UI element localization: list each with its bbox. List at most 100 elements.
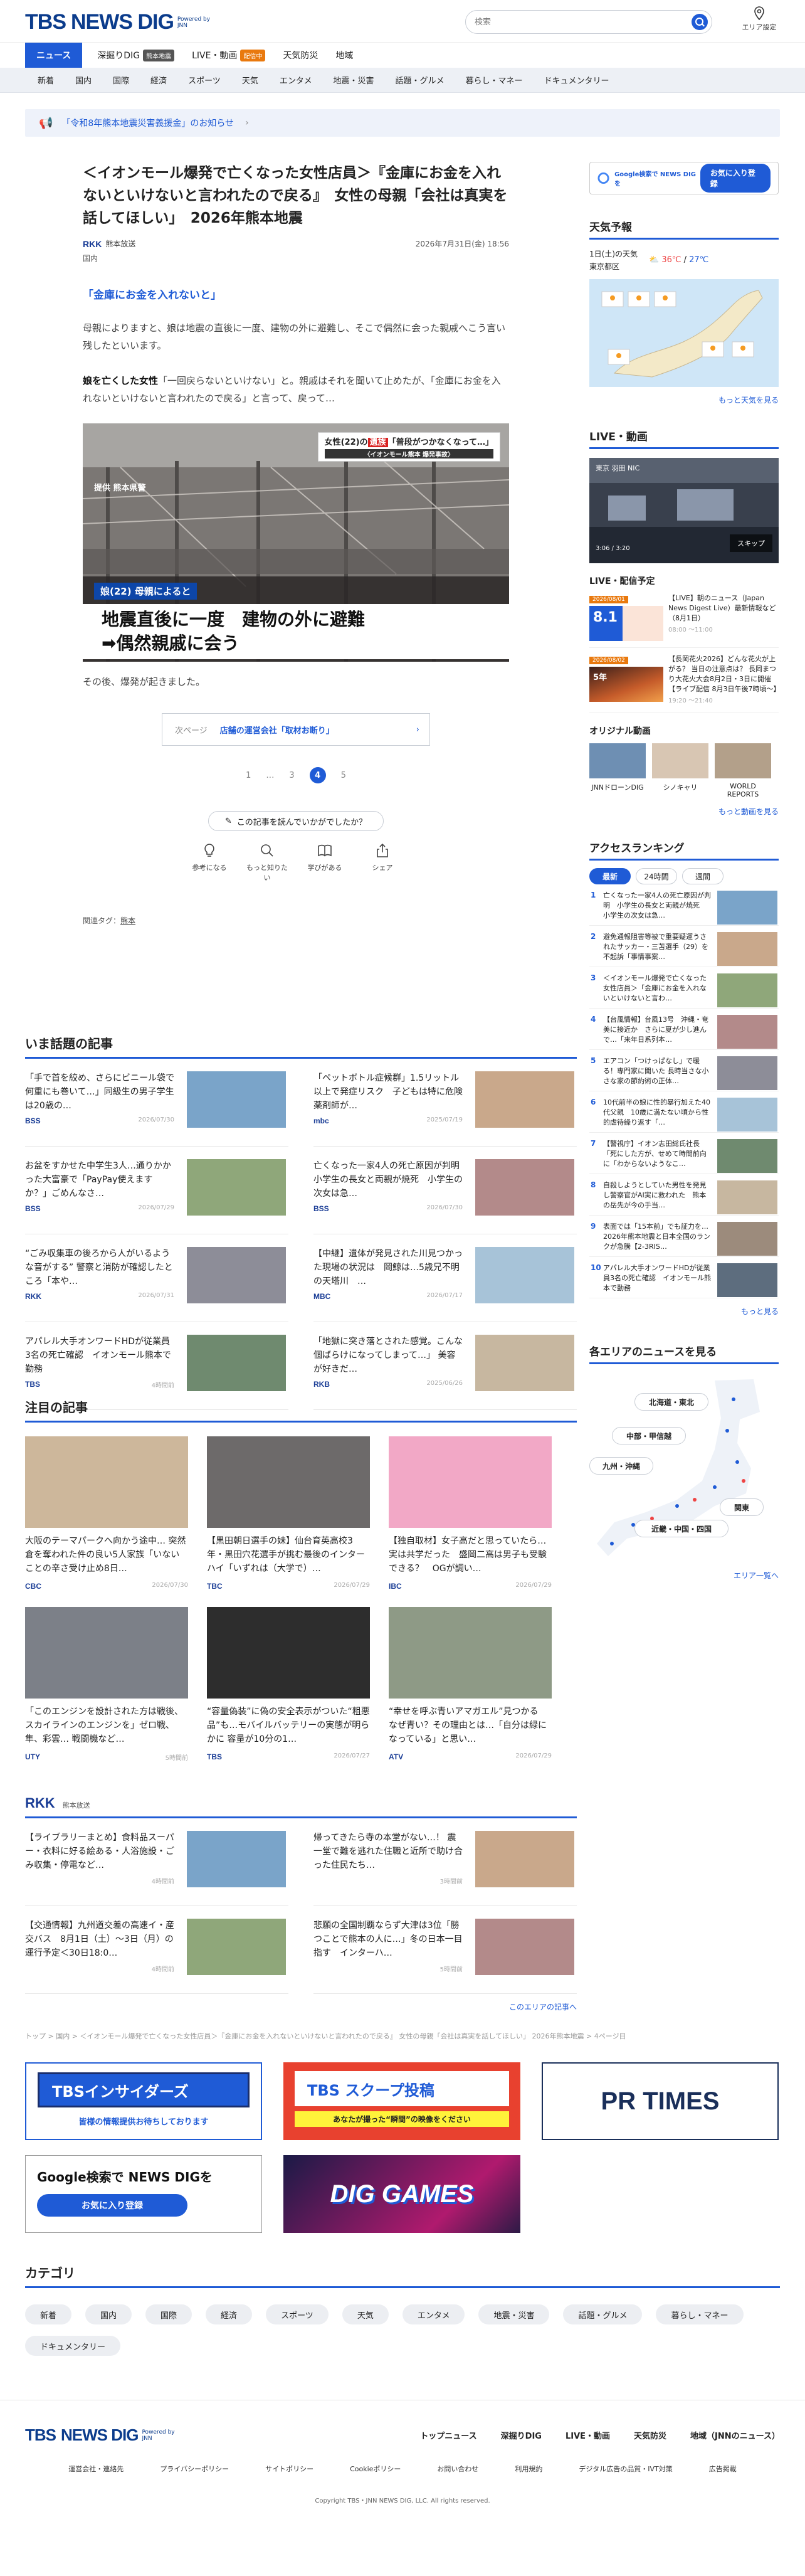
ranking-item[interactable]: 1 亡くなった一家4人の死亡原因が判明 小学生の長女と両親が焼死 小学生の次女は… (589, 888, 779, 926)
category-chip[interactable]: 話題・グルメ (563, 2304, 643, 2324)
featured-card[interactable]: 【黒田朝日選手の妹】仙台育英高校3年・黒田穴花選手が挑む最後のインターハイ「いず… (207, 1436, 370, 1591)
tag-link[interactable]: 熊本 (120, 916, 135, 925)
category-chip[interactable]: 暮らし・マネー (656, 2304, 744, 2324)
skip-button[interactable]: スキップ (730, 534, 772, 552)
subnav-item[interactable]: 国際 (113, 74, 129, 86)
insiders-banner[interactable]: TBSインサイダーズ 皆様の情報提供お待ちしております (25, 2062, 262, 2140)
ranking-item[interactable]: 3 ＜イオンモール爆発で亡くなった女性店員＞「金庫にお金を入れないといけないと言… (589, 971, 779, 1009)
google-favorite-banner[interactable]: Google検索で NEWS DIGを お気に入り登録 (25, 2155, 262, 2233)
ranking-item[interactable]: 4 【台風情報】台風13号 沖縄・奄美に接近か さらに夏が少し進んで…「来年日系… (589, 1012, 779, 1050)
category-chip[interactable]: 新着 (25, 2304, 72, 2324)
article-card[interactable]: お盆をすかせた中学生3人…通りかかった大富豪で「PayPay使えますか？」ごめん… (25, 1147, 288, 1234)
footer-legal-link[interactable]: サイトポリシー (265, 2464, 313, 2474)
nav-region[interactable]: 地域 (335, 49, 353, 61)
category-chip[interactable]: 国際 (145, 2304, 192, 2324)
footer-legal-link[interactable]: 運営会社・連絡先 (68, 2464, 124, 2474)
featured-card[interactable]: 大阪のテーマパークへ向かう途中… 突然倉を奪われた件の良い5人家族「いないことの… (25, 1436, 188, 1591)
area-button-kinki[interactable]: 近畿・中国・四国 (634, 1520, 729, 1537)
subnav-item[interactable]: スポーツ (188, 74, 221, 86)
article-card[interactable]: アパレル大手オンワードHDが従業員3名の死亡確認 イオンモール熊本で勤務 TBS… (25, 1322, 288, 1410)
category-chip[interactable]: 天気 (342, 2304, 389, 2324)
notice-banner[interactable]: 📢 「令和8年熊本地震災害義援金」のお知らせ › (25, 109, 780, 137)
weather-map[interactable] (589, 279, 779, 387)
scoop-banner[interactable]: TBS スクープ投稿 あなたが撮った“瞬間”の映像をください (283, 2062, 520, 2140)
featured-card[interactable]: “幸せを呼ぶ青いアマガエル”見つかる なぜ青い？その理由とは…「自分は緑になって… (389, 1607, 552, 1762)
ranking-item[interactable]: 9 表面では「15本前」でも証力を…2026年熊本地震と日本全国のランクが急騰【… (589, 1219, 779, 1257)
area-button-kyushu[interactable]: 九州・沖縄 (589, 1457, 653, 1475)
footer-legal-link[interactable]: プライバシーポリシー (160, 2464, 229, 2474)
category-chip[interactable]: 国内 (85, 2304, 132, 2324)
ranking-item[interactable]: 10 アパレル大手オンワードHDが従業員3名の死亡確認 イオンモール熊本で勤務 (589, 1261, 779, 1298)
article-card[interactable]: “ごみ収集車の後ろから人がいるような音がする” 警察と消防が確認したところ「本や… (25, 1234, 288, 1322)
ranking-item[interactable]: 2 避免通報阻害等被で重要疑運うされたサッカー・三苫選手（29）を不起訴「事情事… (589, 930, 779, 967)
nav-news[interactable]: ニュース (25, 43, 83, 68)
ranking-tab-24h[interactable]: 24時間 (636, 868, 677, 884)
footer-legal-link[interactable]: お問い合わせ (437, 2464, 478, 2474)
source-name[interactable]: 熊本放送 (105, 238, 135, 249)
featured-card[interactable]: 【独自取材】女子高だと思っていたら…実は共学だった 盛岡二高は男子も受験できる？… (389, 1436, 552, 1591)
page-link[interactable]: 5 (341, 771, 346, 780)
subnav-item[interactable]: ドキュメンタリー (544, 74, 609, 86)
footer-legal-link[interactable]: 利用規約 (515, 2464, 542, 2474)
area-button-kanto[interactable]: 関東 (720, 1498, 764, 1516)
article-card[interactable]: 【ライブラリーまとめ】食料品スーパー・衣料に好る絵ある・人浴施設・ごみ収集・停電… (25, 1818, 288, 1906)
search-icon[interactable] (692, 14, 708, 30)
next-page-link[interactable]: 次ページ 店舗の運営会社「取材お断り」 › (162, 713, 430, 746)
page-link[interactable]: 1 (246, 771, 251, 780)
dig-games-banner[interactable]: DIG GAMES (283, 2155, 520, 2233)
ranking-more-link[interactable]: もっと見る (589, 1306, 779, 1317)
search-input[interactable] (475, 11, 688, 33)
footer-link[interactable]: 天気防災 (634, 2429, 666, 2441)
nav-dig[interactable]: 深掘りDIG 熊本地震 (97, 49, 175, 61)
category-chip[interactable]: エンタメ (402, 2304, 465, 2324)
article-card[interactable]: 【中継】遺体が発見された川見つかった現場の状況は 岡鯨は…5歳兄不明の天塔川 …… (313, 1234, 577, 1322)
ranking-item[interactable]: 6 10代前半の娘に性的暴行加えた40代父親 10歳に満たない頃から性的虐待繰り… (589, 1095, 779, 1133)
category-chip[interactable]: スポーツ (266, 2304, 329, 2324)
page-link[interactable]: 3 (289, 771, 294, 780)
video-more-link[interactable]: もっと動画を見る (589, 806, 779, 817)
featured-card[interactable]: 「このエンジンを設計された方は戦後、スカイラインのエンジンを」ゼロ戦、隼、彩雲…… (25, 1607, 188, 1762)
subnav-item[interactable]: 地震・災害 (333, 74, 374, 86)
prtimes-banner[interactable]: PR TIMES (542, 2062, 779, 2140)
subnav-item[interactable]: 暮らし・マネー (465, 74, 522, 86)
article-card[interactable]: 帰ってきたら寺の本堂がない…！ 震一堂で難を逃れた住職と近所で助け合った住民たち… (313, 1818, 577, 1906)
react-more-button[interactable]: もっと知りたい (244, 842, 290, 883)
category-chip[interactable]: ドキュメンタリー (25, 2336, 121, 2356)
article-card[interactable]: 亡くなった一家4人の死亡原因が判明 小学生の長女と両親が焼死 小学生の次女は急…… (313, 1147, 577, 1234)
area-button-hokkaido-tohoku[interactable]: 北海道・東北 (634, 1393, 708, 1411)
footer-link[interactable]: LIVE・動画 (566, 2429, 610, 2441)
footer-legal-link[interactable]: Cookieポリシー (350, 2464, 401, 2474)
google-favorite-widget[interactable]: Google検索で NEWS DIG を お気に入り登録 (589, 162, 779, 194)
weather-area[interactable]: 東京都区 (589, 261, 638, 272)
article-card[interactable]: 「ペットボトル症候群」1.5リットル以上で発症リスク 子どもは特に危険 薬剤師が… (313, 1059, 577, 1147)
original-video-item[interactable]: WORLD REPORTS (715, 743, 771, 798)
footer-legal-link[interactable]: デジタル広告の品質・IVT対策 (579, 2464, 672, 2474)
react-learn-button[interactable]: 学びがある (302, 842, 348, 883)
live-video-player[interactable]: 東京 羽田 NIC スキップ 3:06 / 3:20 (589, 458, 779, 563)
featured-card[interactable]: “容量偽装”に偽の安全表示がついた“粗悪品”も…モバイルバッテリーの実態が明らか… (207, 1607, 370, 1762)
category-chip[interactable]: 経済 (206, 2304, 253, 2324)
subnav-item[interactable]: 天気 (242, 74, 258, 86)
live-schedule-item[interactable]: 2026/08/01 8.1 【LIVE】朝のニュース（Japan News D… (589, 593, 779, 648)
area-setting-button[interactable]: エリア設定 (737, 6, 781, 32)
footer-link[interactable]: トップニュース (420, 2429, 476, 2441)
nav-live[interactable]: LIVE・動画 配信中 (192, 49, 266, 61)
breadcrumb[interactable]: トップ > 国内 > ＜イオンモール爆発で亡くなった女性店員＞『金庫にお金を入れ… (25, 2031, 777, 2041)
article-category[interactable]: 国内 (83, 253, 509, 263)
footer-link[interactable]: 深掘りDIG (501, 2429, 542, 2441)
footer-logo[interactable]: TBS NEWS DIG Powered by JNN (25, 2425, 178, 2445)
area-button-chubu[interactable]: 中部・甲信越 (612, 1427, 686, 1444)
react-helpful-button[interactable]: 参考になる (186, 842, 233, 883)
weather-more-link[interactable]: もっと天気を見る (589, 395, 779, 405)
ranking-item[interactable]: 8 自殺しようとしていた男性を発見し警察官がAI実に救われた 熊本の岳先が今の手… (589, 1178, 779, 1216)
ranking-item[interactable]: 7 【警視庁】イオン志田総氏社長「死にした方が、せめて時間前向に「わからないよう… (589, 1137, 779, 1174)
area-more-link[interactable]: エリア一覧へ (589, 1570, 779, 1581)
favorite-register-button[interactable]: お気に入り登録 (700, 164, 771, 193)
ranking-item[interactable]: 5 エアコン「つけっぱなし」で暖る！専門家に聞いた 長時当さな小さな家の節約術の… (589, 1054, 779, 1091)
subnav-item[interactable]: 新着 (38, 74, 54, 86)
live-schedule-item[interactable]: 2026/08/02 5年 【長岡花火2026】どんな花火が上がる？ 当日の注意… (589, 654, 781, 713)
footer-legal-link[interactable]: 広告掲載 (709, 2464, 737, 2474)
source-logo[interactable]: RKK (83, 239, 102, 249)
ranking-tab-week[interactable]: 週間 (682, 868, 723, 884)
ranking-tab-latest[interactable]: 最新 (589, 868, 631, 884)
